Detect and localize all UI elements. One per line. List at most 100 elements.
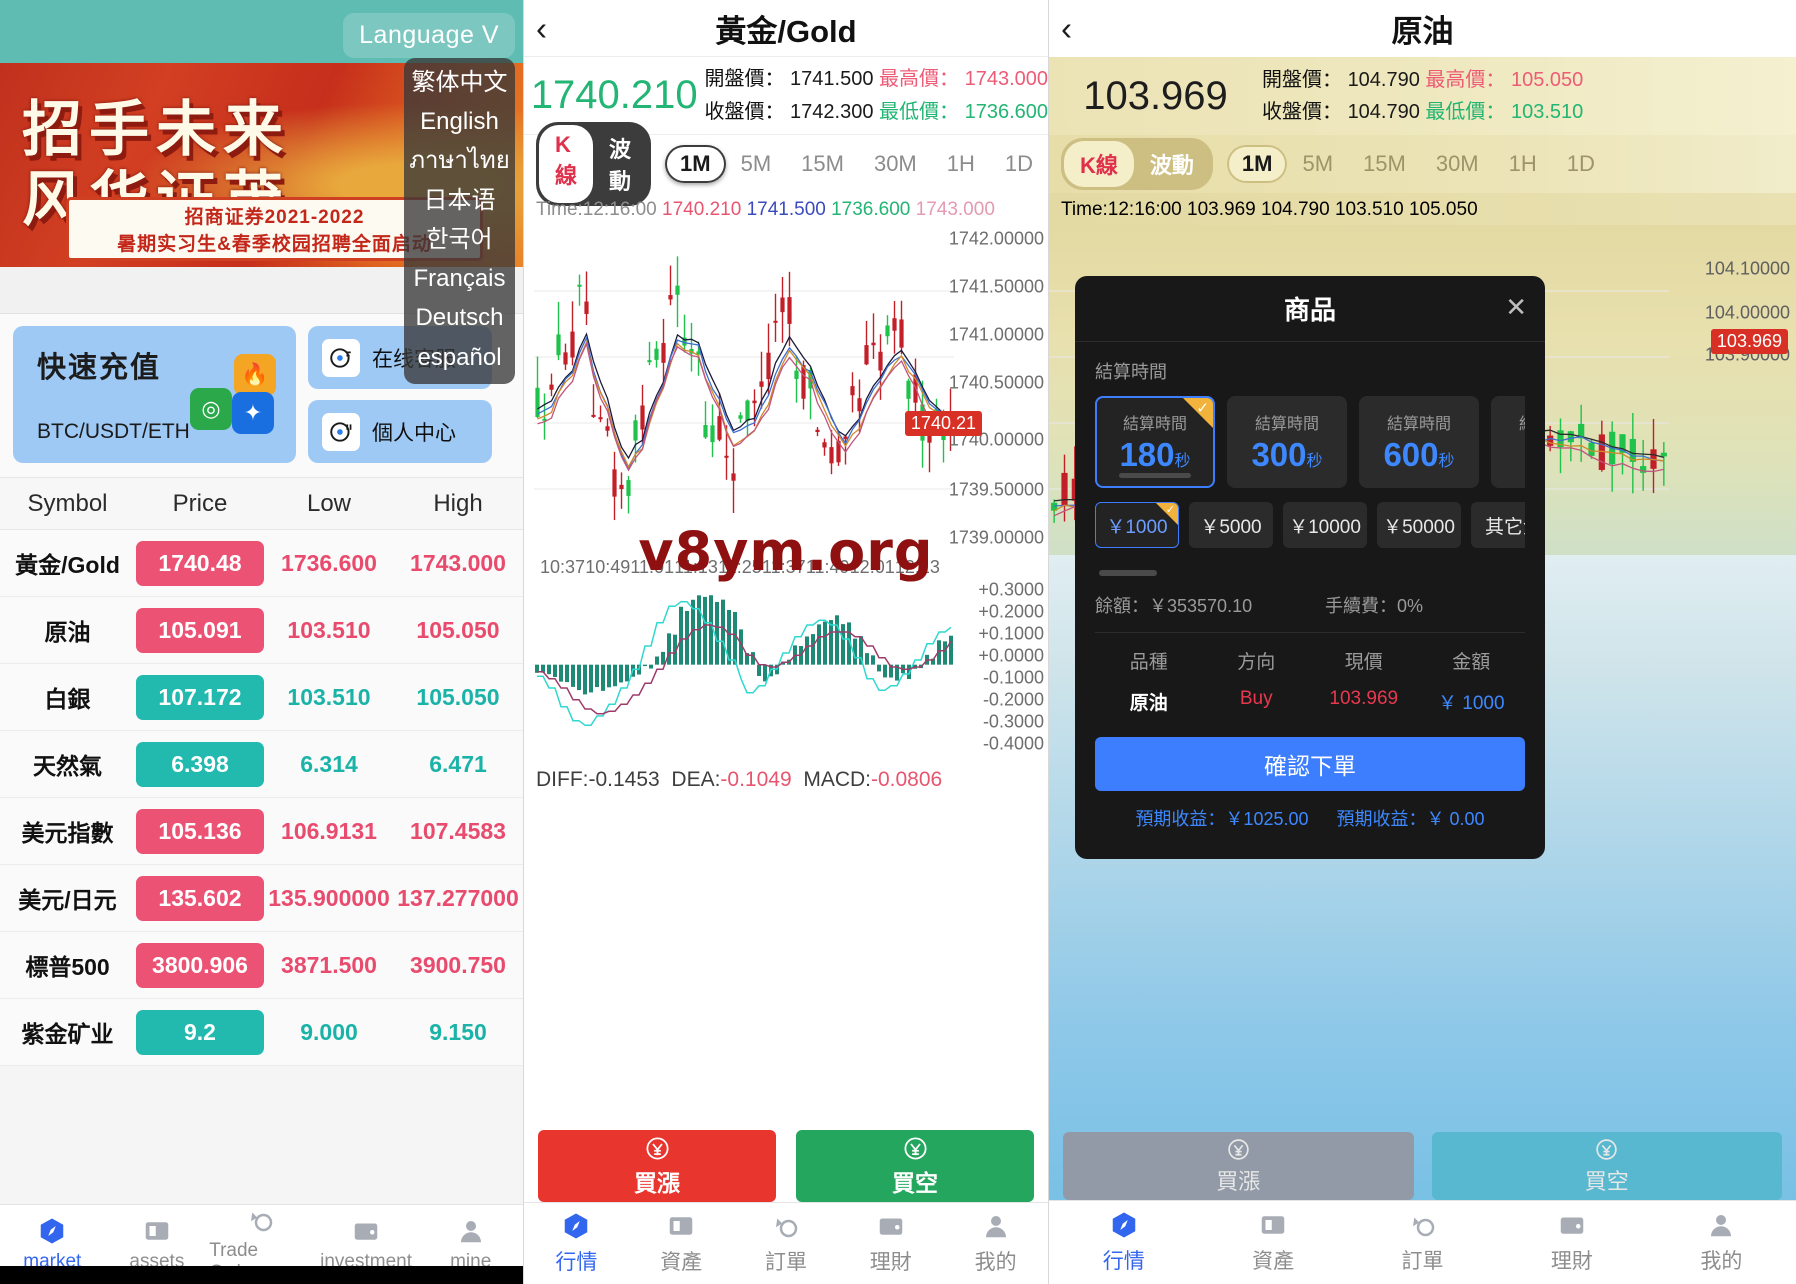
language-dropdown[interactable]: 繁体中文 English ภาษาไทย 日本语 한국어 Français De… [404, 58, 515, 384]
tf-15m[interactable]: 15M [786, 145, 859, 183]
tf-1m[interactable]: 1M [665, 145, 726, 183]
macd-value: -0.0806 [871, 768, 943, 791]
tf-1h[interactable]: 1H [1494, 145, 1552, 183]
row-high: 3900.750 [410, 951, 506, 978]
quote-grid: 開盤價： 1741.500 最高價： 1743.000 收盤價： 1742.30… [704, 63, 1048, 128]
nav-item-investment[interactable]: investment [314, 1216, 419, 1273]
nav-item-market[interactable]: market [0, 1216, 105, 1273]
chevron-left-icon[interactable]: ‹ [1061, 12, 1072, 45]
yen-up-icon [1228, 1138, 1249, 1160]
personal-center-card[interactable]: 個人中心 [308, 400, 492, 463]
buy-down-button[interactable]: 買空 [796, 1130, 1034, 1202]
row-price: 135.602 [136, 875, 264, 921]
readout-v4: 105.050 [1408, 199, 1478, 220]
table-row[interactable]: 紫金矿业 9.2 9.000 9.150 [0, 999, 523, 1066]
chart-type-toggle[interactable]: K線 波動 [1061, 138, 1213, 190]
summary-col-amt: 金額 [1452, 652, 1491, 673]
duration-unit: 秒 [1438, 453, 1455, 470]
low-value: 1736.600 [964, 100, 1048, 123]
nav-item-assets[interactable]: 資產 [629, 1211, 734, 1276]
table-row[interactable]: 黃金/Gold 1740.48 1736.600 1743.000 [0, 530, 523, 597]
kline-chart[interactable]: 1742.00000 1741.50000 1741.00000 1740.50… [534, 225, 1048, 555]
amount-option-5000[interactable]: ￥5000 [1189, 502, 1273, 548]
nav-label: 我的 [1700, 1250, 1743, 1273]
tab-kline[interactable]: K線 [539, 125, 593, 203]
tf-5m[interactable]: 5M [726, 145, 787, 183]
row-low: 103.510 [287, 616, 371, 643]
tf-1d[interactable]: 1D [990, 145, 1048, 183]
tf-30m[interactable]: 30M [1421, 145, 1494, 183]
nav-item-assets[interactable]: 資產 [1198, 1210, 1347, 1275]
chart-type-toggle[interactable]: K線 波動 [536, 122, 652, 206]
row-price: 107.172 [136, 674, 264, 720]
tab-wave[interactable]: 波動 [1134, 141, 1210, 187]
nav-item-orders[interactable]: 訂單 [734, 1211, 839, 1276]
tf-1h[interactable]: 1H [932, 145, 990, 183]
row-high: 6.471 [429, 750, 487, 777]
nav-item-market[interactable]: 行情 [1049, 1210, 1198, 1275]
table-row[interactable]: 白銀 107.172 103.510 105.050 [0, 664, 523, 731]
tf-15m[interactable]: 15M [1348, 145, 1421, 183]
amount-option-10000[interactable]: ￥10000 [1283, 502, 1367, 548]
nav-item-mine[interactable]: mine [418, 1216, 523, 1273]
table-row[interactable]: 標普500 3800.906 3871.500 3900.750 [0, 932, 523, 999]
clock-icon [1412, 1217, 1434, 1237]
ytick: 104.10000 [1704, 258, 1790, 279]
table-row[interactable]: 天然氣 6.398 6.314 6.471 [0, 731, 523, 798]
chevron-left-icon[interactable]: ‹ [536, 12, 547, 45]
duration-option-next[interactable]: 結算時間 12 [1491, 396, 1525, 488]
chart-controls: K線 波動 1M 5M 15M 30M 1H 1D [1049, 135, 1796, 193]
lang-option-zh-tw[interactable]: 繁体中文 [404, 64, 515, 103]
buy-up-button[interactable]: 買漲 [1063, 1132, 1414, 1200]
language-button[interactable]: Language V [343, 13, 515, 58]
table-row[interactable]: 美元指數 105.136 106.9131 107.4583 [0, 798, 523, 865]
tf-5m[interactable]: 5M [1287, 145, 1348, 183]
status-strip [0, 1266, 523, 1284]
close-value: 104.790 [1347, 101, 1420, 123]
confirm-order-button[interactable]: 確認下單 [1095, 737, 1525, 791]
lang-option-es[interactable]: español [404, 339, 515, 378]
person-icon [1711, 1215, 1732, 1237]
tab-kline[interactable]: K線 [1064, 141, 1134, 187]
table-row[interactable]: 原油 105.091 103.510 105.050 [0, 597, 523, 664]
lang-option-en[interactable]: English [404, 103, 515, 142]
nav-item-mine[interactable]: 我的 [943, 1211, 1048, 1276]
amount-option-1000[interactable]: ￥1000 ✓ [1095, 502, 1179, 548]
row-high: 105.050 [416, 683, 500, 710]
lang-option-ja[interactable]: 日本语 [404, 182, 515, 221]
duration-option-600[interactable]: 結算時間 600秒 [1359, 396, 1479, 488]
duration-option-180[interactable]: 結算時間 180秒 ✓ [1095, 396, 1215, 488]
current-price-tag: 103.969 [1710, 329, 1788, 354]
scroll-indicator[interactable] [1099, 570, 1157, 576]
amount-label: ￥50000 [1383, 516, 1455, 538]
tf-30m[interactable]: 30M [859, 145, 932, 183]
lang-option-fr[interactable]: Français [404, 260, 515, 299]
lang-option-ko[interactable]: 한국어 [404, 221, 515, 260]
row-symbol: 紫金矿业 [21, 1021, 114, 1047]
tab-wave[interactable]: 波動 [593, 125, 648, 203]
quick-recharge-card[interactable]: 快速充值 BTC/USDT/ETH 🔥 ◎ ✦ [13, 326, 296, 463]
nav-item-finance[interactable]: 理財 [1497, 1210, 1646, 1275]
nav-item-assets[interactable]: assets [105, 1216, 210, 1273]
buy-up-label: 買漲 [634, 1169, 680, 1196]
lang-option-th[interactable]: ภาษาไทย [404, 142, 515, 181]
nav-item-orders[interactable]: 訂單 [1348, 1210, 1497, 1275]
expected-profit-2: 預期收益：￥ 0.00 [1336, 809, 1485, 829]
buy-up-button[interactable]: 買漲 [538, 1130, 776, 1202]
table-row[interactable]: 美元/日元 135.602 135.900000 137.277000 [0, 865, 523, 932]
order-modal[interactable]: 商品 ✕ 結算時間 結算時間 180秒 ✓ 結算時間 300秒 結算時間 600… [1075, 276, 1545, 859]
panel-gold-chart: ‹ 黃金/Gold 1740.210 開盤價： 1741.500 最高價： 17… [523, 0, 1048, 1284]
lang-option-de[interactable]: Deutsch [404, 299, 515, 338]
tf-1m[interactable]: 1M [1226, 145, 1288, 183]
amount-option-50000[interactable]: ￥50000 [1377, 502, 1461, 548]
buy-down-button[interactable]: 買空 [1431, 1132, 1782, 1200]
amount-option-custom[interactable]: 其它金額 [1471, 502, 1525, 548]
nav-item-finance[interactable]: 理財 [838, 1211, 943, 1276]
row-price: 1740.48 [136, 540, 264, 586]
nav-item-mine[interactable]: 我的 [1647, 1210, 1796, 1275]
nav-item-market[interactable]: 行情 [524, 1211, 629, 1276]
tf-1d[interactable]: 1D [1552, 145, 1610, 183]
duration-option-300[interactable]: 結算時間 300秒 [1227, 396, 1347, 488]
close-icon[interactable]: ✕ [1505, 294, 1527, 320]
crosshair-readout: Time:12:16:00 103.969 104.790 103.510 10… [1049, 193, 1796, 225]
